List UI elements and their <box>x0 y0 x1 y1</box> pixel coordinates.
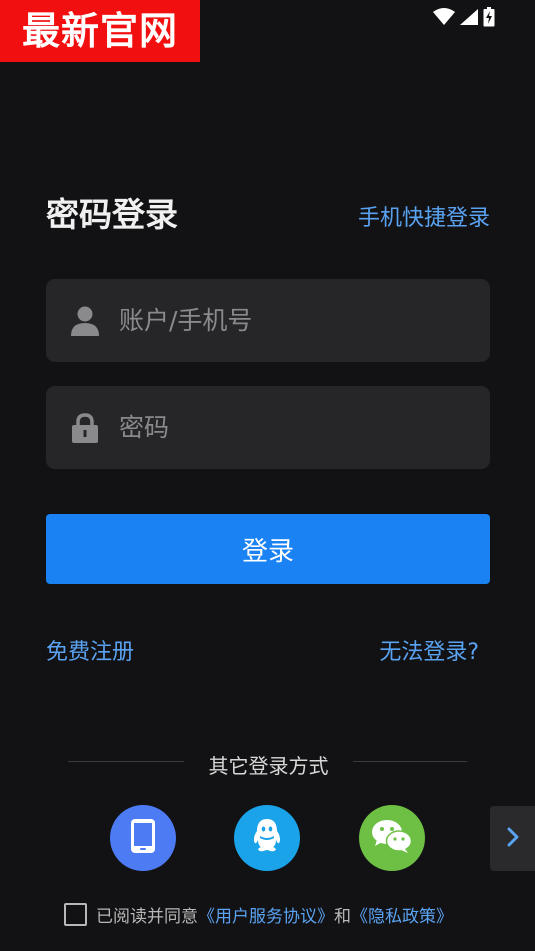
login-button[interactable]: 登录 <box>46 514 490 584</box>
phone-icon <box>130 818 156 858</box>
quick-login-link[interactable]: 手机快捷登录 <box>358 200 490 232</box>
divider-left <box>68 761 184 762</box>
watermark-banner: 最新官网 <box>0 0 200 62</box>
signal-icon <box>459 8 479 26</box>
chevron-right-icon <box>506 827 520 851</box>
cannot-login-link[interactable]: 无法登录? <box>379 634 479 666</box>
terms-link[interactable]: 《用户服务协议》 <box>198 902 334 927</box>
divider-right <box>353 761 467 762</box>
wifi-icon <box>433 8 455 26</box>
wechat-login-button[interactable] <box>359 805 425 871</box>
agreement-checkbox[interactable] <box>64 903 87 926</box>
password-input[interactable] <box>119 413 459 442</box>
privacy-link[interactable]: 《隐私政策》 <box>351 902 453 927</box>
register-link[interactable]: 免费注册 <box>46 634 134 666</box>
wechat-icon <box>371 818 413 858</box>
agreement-prefix: 已阅读并同意 <box>96 907 198 927</box>
qq-icon <box>251 817 283 859</box>
status-bar <box>433 6 495 28</box>
phone-login-button[interactable] <box>110 805 176 871</box>
qq-login-button[interactable] <box>234 805 300 871</box>
other-login-label: 其它登录方式 <box>208 754 329 778</box>
account-input[interactable] <box>119 306 459 335</box>
user-icon <box>71 306 99 336</box>
agreement-row: 已阅读并同意 《用户服务协议》 和 《隐私政策》 <box>64 902 453 927</box>
password-field[interactable] <box>46 386 490 469</box>
page-title: 密码登录 <box>46 195 178 234</box>
agreement-and: 和 <box>334 907 351 927</box>
battery-charging-icon <box>483 7 495 27</box>
lock-icon <box>71 412 99 443</box>
more-login-methods-button[interactable] <box>490 806 535 871</box>
account-field[interactable] <box>46 279 490 362</box>
